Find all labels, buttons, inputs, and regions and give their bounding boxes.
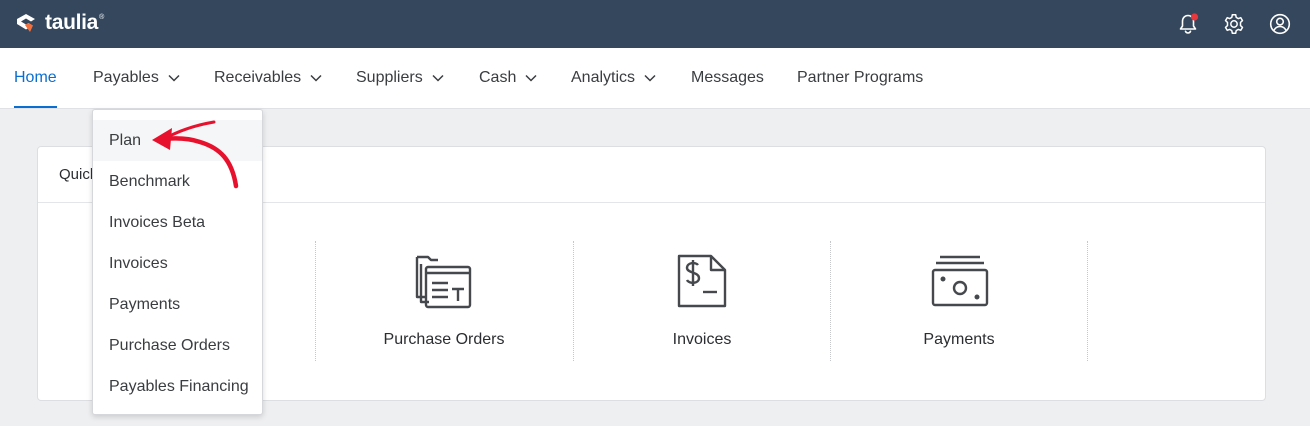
nav-analytics[interactable]: Analytics	[571, 48, 656, 108]
nav-receivables-label: Receivables	[214, 69, 302, 86]
nav-messages[interactable]: Messages	[691, 48, 764, 108]
main-nav: Home Payables Receivables Suppliers Cash…	[0, 48, 1310, 109]
chevron-down-icon	[168, 74, 180, 82]
chevron-down-icon	[525, 74, 537, 82]
nav-partner-programs-label: Partner Programs	[797, 69, 924, 86]
purchase-orders-icon[interactable]	[414, 251, 474, 311]
tile-divider	[1087, 241, 1088, 361]
chevron-down-icon	[432, 74, 444, 82]
gear-icon[interactable]	[1222, 12, 1246, 36]
tile-purchase-orders-label[interactable]: Purchase Orders	[344, 331, 544, 349]
top-bar: taulia ®	[0, 0, 1310, 48]
tile-divider	[315, 241, 316, 361]
brand-name: taulia	[45, 11, 99, 34]
menu-item-payables-financing[interactable]: Payables Financing	[93, 366, 262, 407]
payments-icon[interactable]	[930, 251, 990, 311]
taulia-logo-icon	[17, 14, 35, 32]
invoice-icon[interactable]	[674, 251, 730, 311]
nav-payables-label: Payables	[93, 69, 159, 86]
chevron-down-icon	[644, 74, 656, 82]
nav-cash-label: Cash	[479, 69, 517, 86]
nav-payables[interactable]: Payables	[93, 48, 180, 108]
brand-trademark: ®	[99, 14, 105, 21]
nav-home-label: Home	[14, 69, 57, 86]
tile-divider	[573, 241, 574, 361]
nav-suppliers[interactable]: Suppliers	[356, 48, 444, 108]
annotation-arrow	[152, 120, 239, 189]
user-icon[interactable]	[1268, 12, 1292, 36]
nav-home[interactable]: Home	[14, 48, 57, 108]
nav-analytics-label: Analytics	[571, 69, 636, 86]
notification-dot	[1190, 13, 1199, 21]
chevron-down-icon	[310, 74, 322, 82]
menu-item-invoices[interactable]: Invoices	[93, 243, 262, 284]
nav-partner-programs[interactable]: Partner Programs	[797, 48, 923, 108]
nav-messages-label: Messages	[691, 69, 764, 86]
tile-divider	[830, 241, 831, 361]
tile-invoices-label[interactable]: Invoices	[602, 331, 802, 349]
menu-item-purchase-orders[interactable]: Purchase Orders	[93, 325, 262, 366]
taulia-logo[interactable]: taulia ®	[14, 11, 104, 35]
bell-icon[interactable]	[1176, 12, 1200, 36]
nav-receivables[interactable]: Receivables	[214, 48, 322, 108]
menu-item-invoices-beta[interactable]: Invoices Beta	[93, 202, 262, 243]
nav-suppliers-label: Suppliers	[356, 69, 423, 86]
nav-cash[interactable]: Cash	[479, 48, 537, 108]
tile-payments-label[interactable]: Payments	[859, 331, 1059, 349]
menu-item-payments[interactable]: Payments	[93, 284, 262, 325]
